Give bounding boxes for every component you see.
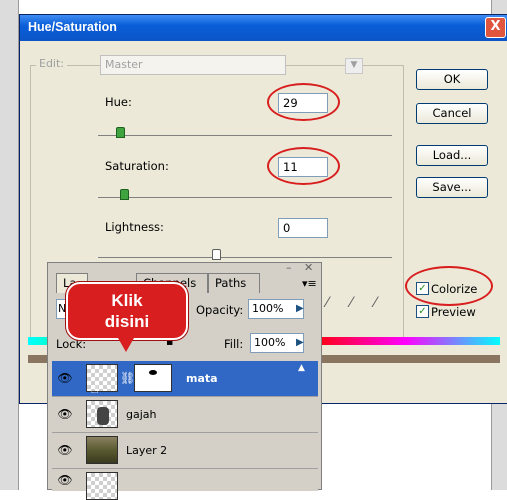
- scroll-up-icon[interactable]: ▲: [298, 363, 305, 373]
- tab-paths[interactable]: Paths: [208, 273, 260, 293]
- lightness-slider-track[interactable]: [98, 257, 392, 258]
- layer-row-partial[interactable]: 👁: [52, 469, 318, 500]
- cancel-button[interactable]: Cancel: [416, 103, 488, 124]
- eyedropper-minus-icon[interactable]: ⁄: [374, 295, 376, 311]
- callout-pointer: [118, 338, 134, 352]
- hue-slider-track[interactable]: [98, 135, 392, 136]
- preview-label: Preview: [431, 305, 476, 319]
- layer-thumbnail: [86, 400, 118, 428]
- saturation-slider-thumb[interactable]: [120, 189, 129, 200]
- instruction-callout: Klik disini: [65, 281, 189, 341]
- background-left-edge: [0, 0, 19, 490]
- layer-name: gajah: [126, 408, 157, 421]
- layer-thumbnail: [86, 472, 118, 500]
- opacity-label: Opacity:: [196, 303, 244, 317]
- edit-select-value: Master: [105, 58, 143, 71]
- colorize-checkbox[interactable]: ✓: [416, 282, 429, 295]
- dialog-title: Hue/Saturation: [28, 20, 117, 34]
- saturation-label: Saturation:: [105, 159, 169, 173]
- hand-cursor-icon: ☝: [90, 379, 100, 397]
- hue-highlight-ring: [267, 83, 340, 121]
- close-icon: X: [490, 19, 501, 34]
- eyedropper-plus-icon[interactable]: ⁄: [350, 295, 352, 311]
- mask-link-icon[interactable]: ⛓: [120, 371, 135, 385]
- layer-mask-thumbnail: [134, 364, 172, 392]
- title-bar[interactable]: Hue/Saturation X: [20, 15, 507, 41]
- callout-line-1: Klik: [111, 291, 143, 310]
- panel-menu-icon[interactable]: ▾≡: [302, 277, 317, 290]
- layer-row-layer-2[interactable]: 👁 Layer 2: [52, 433, 318, 469]
- layer-row-mata[interactable]: 👁 ⛓ mata ▲ ☝: [52, 361, 318, 397]
- minimize-icon[interactable]: –: [286, 261, 292, 274]
- lightness-slider-thumb[interactable]: [212, 249, 221, 260]
- eye-icon[interactable]: 👁: [56, 369, 74, 387]
- mask-shape: [149, 370, 157, 375]
- layer-row-gajah[interactable]: 👁 gajah: [52, 397, 318, 433]
- save-button[interactable]: Save...: [416, 177, 488, 198]
- eyedropper-icon[interactable]: ⁄: [326, 295, 328, 311]
- hue-slider-thumb[interactable]: [116, 127, 125, 138]
- edit-label: Edit:: [36, 57, 68, 70]
- lightness-label: Lightness:: [105, 220, 164, 234]
- eye-icon[interactable]: 👁: [56, 471, 74, 489]
- panel-close-icon[interactable]: ✕: [304, 261, 313, 274]
- eye-icon[interactable]: 👁: [56, 441, 74, 459]
- close-button[interactable]: X: [485, 17, 506, 38]
- ok-button[interactable]: OK: [416, 69, 488, 90]
- opacity-arrow-icon[interactable]: ▶: [296, 303, 304, 314]
- lightness-input[interactable]: 0: [278, 218, 328, 238]
- fill-label: Fill:: [224, 337, 244, 351]
- chevron-down-icon[interactable]: ▼: [345, 58, 363, 74]
- layer-name: Layer 2: [126, 444, 168, 457]
- edit-channel-select[interactable]: Master ▼: [100, 55, 363, 75]
- hue-label: Hue:: [105, 95, 132, 109]
- callout-line-2: disini: [104, 312, 150, 331]
- fill-arrow-icon[interactable]: ▶: [296, 337, 304, 348]
- elephant-silhouette: [97, 407, 109, 425]
- saturation-slider-track[interactable]: [98, 197, 392, 198]
- preview-checkbox[interactable]: ✓: [416, 305, 429, 318]
- layer-name: mata: [186, 372, 218, 385]
- load-button[interactable]: Load...: [416, 145, 488, 166]
- eye-icon[interactable]: 👁: [56, 405, 74, 423]
- layer-thumbnail: [86, 436, 118, 464]
- colorize-label: Colorize: [431, 282, 478, 296]
- saturation-highlight-ring: [267, 147, 340, 185]
